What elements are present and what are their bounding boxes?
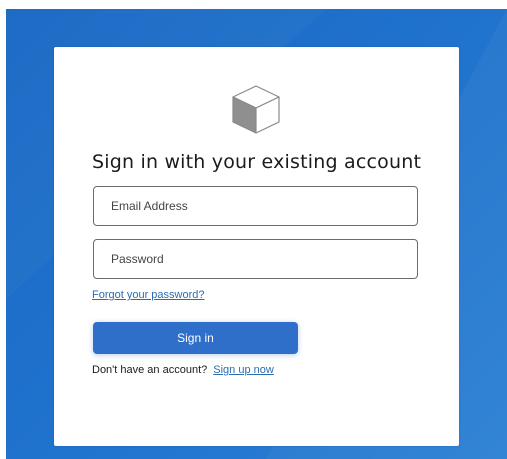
cube-icon	[228, 82, 284, 138]
sign-in-button[interactable]: Sign in	[93, 322, 298, 354]
page-title: Sign in with your existing account	[92, 151, 422, 173]
sign-in-card: Sign in with your existing account Forgo…	[54, 47, 459, 446]
email-field[interactable]	[93, 186, 418, 226]
signup-row: Don't have an account? Sign up now	[92, 364, 274, 376]
forgot-password-link[interactable]: Forgot your password?	[92, 289, 205, 301]
sign-up-link[interactable]: Sign up now	[213, 364, 274, 376]
page: Sign in with your existing account Forgo…	[0, 0, 507, 459]
no-account-text: Don't have an account?	[92, 364, 208, 376]
password-field[interactable]	[93, 239, 418, 279]
